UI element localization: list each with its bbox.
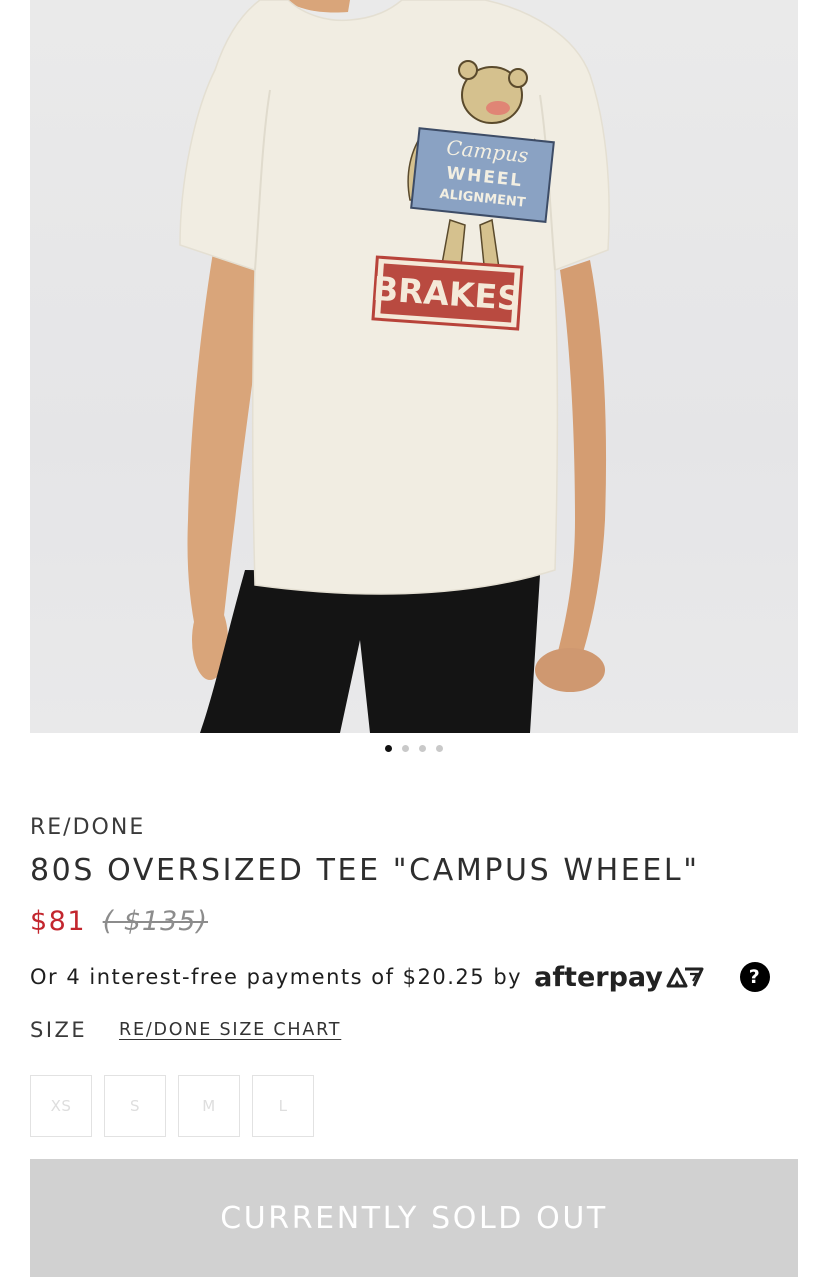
size-options: XS S M L [30,1075,314,1137]
size-chart-link[interactable]: RE/DONE SIZE CHART [119,1020,341,1040]
size-option-xs[interactable]: XS [30,1075,92,1137]
afterpay-logo: afterpay [534,962,705,993]
sale-price: $81 [30,906,87,937]
pager-dot-2[interactable] [401,745,409,752]
sold-out-button[interactable]: CURRENTLY SOLD OUT [30,1159,798,1277]
image-pager [0,745,827,752]
size-option-m[interactable]: M [178,1075,240,1137]
pager-dot-3[interactable] [418,745,426,752]
afterpay-row: Or 4 interest-free payments of $20.25 by… [30,960,770,994]
price-row: $81 ( $135) [30,906,208,937]
product-photo-illustration: Campus WHEEL ALIGNMENT BRAKES [179,0,610,733]
size-label: SIZE [30,1018,88,1042]
pager-dot-4[interactable] [435,745,443,752]
product-title: 80S OVERSIZED TEE "CAMPUS WHEEL" [30,853,700,888]
pager-dot-1[interactable] [384,745,392,752]
size-option-s[interactable]: S [104,1075,166,1137]
afterpay-logo-text: afterpay [534,961,663,993]
brand-name[interactable]: RE/DONE [30,815,145,840]
afterpay-text: Or 4 interest-free payments of $20.25 by [30,965,523,989]
afterpay-arrows-icon [666,967,704,988]
help-icon[interactable]: ? [740,962,770,992]
original-price: ( $135) [102,906,209,937]
size-option-l[interactable]: L [252,1075,314,1137]
product-image[interactable]: Campus WHEEL ALIGNMENT BRAKES [30,0,798,733]
